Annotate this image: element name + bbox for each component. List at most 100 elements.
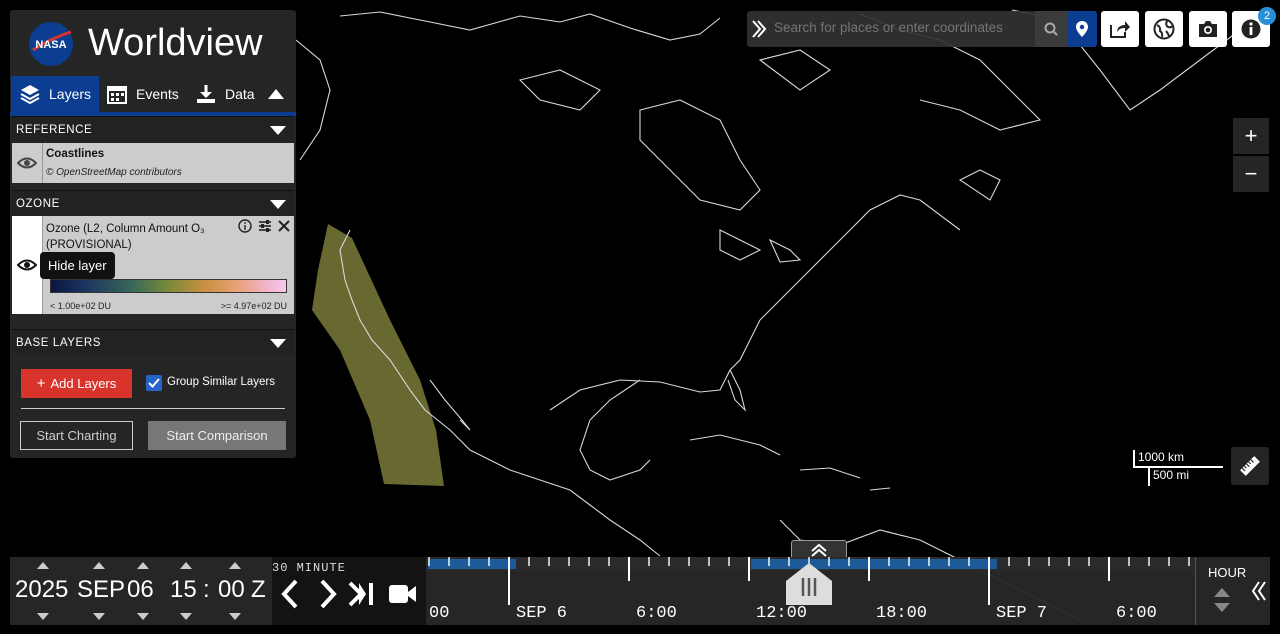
nasa-logo: NASA [29,22,73,66]
start-comparison-button[interactable]: Start Comparison [148,421,286,450]
date-selector: 2025 SEP 06 15 : 00 Z [10,557,272,625]
globe-icon [1153,18,1175,40]
tick-label: 6:00 [1116,604,1157,623]
double-chevron-up-icon [811,543,827,557]
day-field[interactable]: 06 [127,576,154,604]
layer-name-line2: (PROVISIONAL) [46,239,132,251]
search-button[interactable] [1035,11,1067,47]
timeline: 2025 SEP 06 15 : 00 Z 30 MINUTE 00 SEP 6… [10,557,1270,625]
download-icon [197,85,215,103]
sidebar: NASA Worldview Layers Events Data REFERE… [10,10,296,458]
category-ozone-label: OZONE [16,197,60,210]
search-icon [1044,22,1058,36]
minute-field[interactable]: 00 [218,576,245,604]
add-layers-button[interactable]: + Add Layers [21,369,132,398]
tick-label: 6:00 [636,604,677,623]
snapshot-button[interactable] [1189,11,1227,47]
visibility-toggle[interactable] [12,216,43,314]
category-base-layers-label: BASE LAYERS [16,336,102,349]
brand-name: Worldview [88,22,263,64]
plus-icon: + [36,375,46,392]
search-bar [747,11,1097,47]
eye-icon [17,259,37,271]
hour-field[interactable]: 15 [170,576,197,604]
projection-button[interactable] [1145,11,1183,47]
layer-name: Coastlines [46,148,105,160]
tab-events[interactable]: Events [106,76,186,112]
settings-sliders-icon[interactable] [258,219,272,233]
minute-up-arrow[interactable] [229,562,241,569]
visibility-toggle[interactable] [12,143,43,183]
tab-layers[interactable]: Layers [11,76,99,112]
svg-text:NASA: NASA [35,39,66,51]
share-icon [1110,21,1130,38]
expand-search-button[interactable] [747,11,771,47]
tooltip: Hide layer [40,252,115,279]
scale-bar-km: 1000 km [1133,450,1223,468]
zoom-level-down-arrow[interactable] [1214,603,1230,612]
layer-name: Ozone (L2, Column Amount O₃ (PROVISIONAL… [46,221,216,253]
caret-down-icon [270,126,286,135]
location-pin-button[interactable] [1067,11,1097,47]
colorbar [50,279,287,293]
year-up-arrow[interactable] [37,562,49,569]
tick-label: SEP 7 [996,604,1048,623]
category-reference-label: REFERENCE [16,123,93,136]
video-camera-icon[interactable] [388,583,418,605]
next-step-icon[interactable] [318,579,338,609]
tick-label: 18:00 [876,604,928,623]
zoom-out-button[interactable]: − [1233,156,1269,192]
layer-attribution: © OpenStreetMap contributors [46,167,182,178]
timeline-nav: 30 MINUTE [272,557,426,625]
category-base-layers[interactable]: BASE LAYERS [12,329,294,355]
month-field[interactable]: SEP [77,576,125,604]
caret-down-icon [270,200,286,209]
measure-button[interactable] [1231,447,1269,485]
close-icon[interactable] [278,220,290,232]
timeline-drag-handle[interactable] [776,563,842,607]
tick-label: SEP 6 [516,604,568,623]
search-input[interactable] [774,20,1034,35]
collapse-timeline-button[interactable] [1247,557,1270,625]
group-similar-label: Group Similar Layers [167,376,276,388]
layer-name-line1: Ozone (L2, Column Amount O₃ [46,223,205,235]
location-pin-icon [1076,21,1088,37]
zoom-level-up-arrow[interactable] [1214,588,1230,597]
tab-data-label: Data [225,86,255,102]
sidebar-tabs: Layers Events Data [10,76,296,116]
info-button[interactable]: 2 [1232,7,1276,47]
hour-up-arrow[interactable] [180,562,192,569]
divider [21,408,285,409]
collapse-sidebar-button[interactable] [268,76,292,112]
info-icon[interactable] [238,219,252,233]
camera-icon [1199,21,1217,37]
caret-up-icon [268,89,284,99]
skip-to-end-icon[interactable] [348,581,376,607]
month-down-arrow[interactable] [93,613,105,620]
minute-down-arrow[interactable] [229,613,241,620]
start-charting-button[interactable]: Start Charting [20,421,133,450]
share-button[interactable] [1101,11,1139,47]
year-field[interactable]: 2025 [15,576,68,604]
month-up-arrow[interactable] [93,562,105,569]
timeline-toggle-button[interactable] [791,540,847,558]
zoom-in-button[interactable]: + [1233,118,1269,154]
category-ozone[interactable]: OZONE [12,190,294,216]
previous-step-icon[interactable] [280,579,300,609]
interval-label[interactable]: 30 MINUTE [272,561,352,575]
group-similar-checkbox[interactable] [146,375,162,391]
hour-down-arrow[interactable] [180,613,192,620]
day-up-arrow[interactable] [137,562,149,569]
colorbar-min-label: < 1.00e+02 DU [50,301,112,311]
checkmark-icon [148,378,160,388]
category-reference[interactable]: REFERENCE [12,116,294,142]
layer-coastlines[interactable]: Coastlines © OpenStreetMap contributors [12,143,294,183]
tab-data[interactable]: Data [195,76,265,112]
day-down-arrow[interactable] [137,613,149,620]
tick-label: 00 [429,604,450,623]
tab-layers-label: Layers [49,86,92,102]
double-chevron-right-icon [752,20,767,38]
colorbar-max-label: >= 4.97e+02 DU [220,301,287,311]
year-down-arrow[interactable] [37,613,49,620]
zoom-level-label[interactable]: HOUR [1208,565,1246,580]
